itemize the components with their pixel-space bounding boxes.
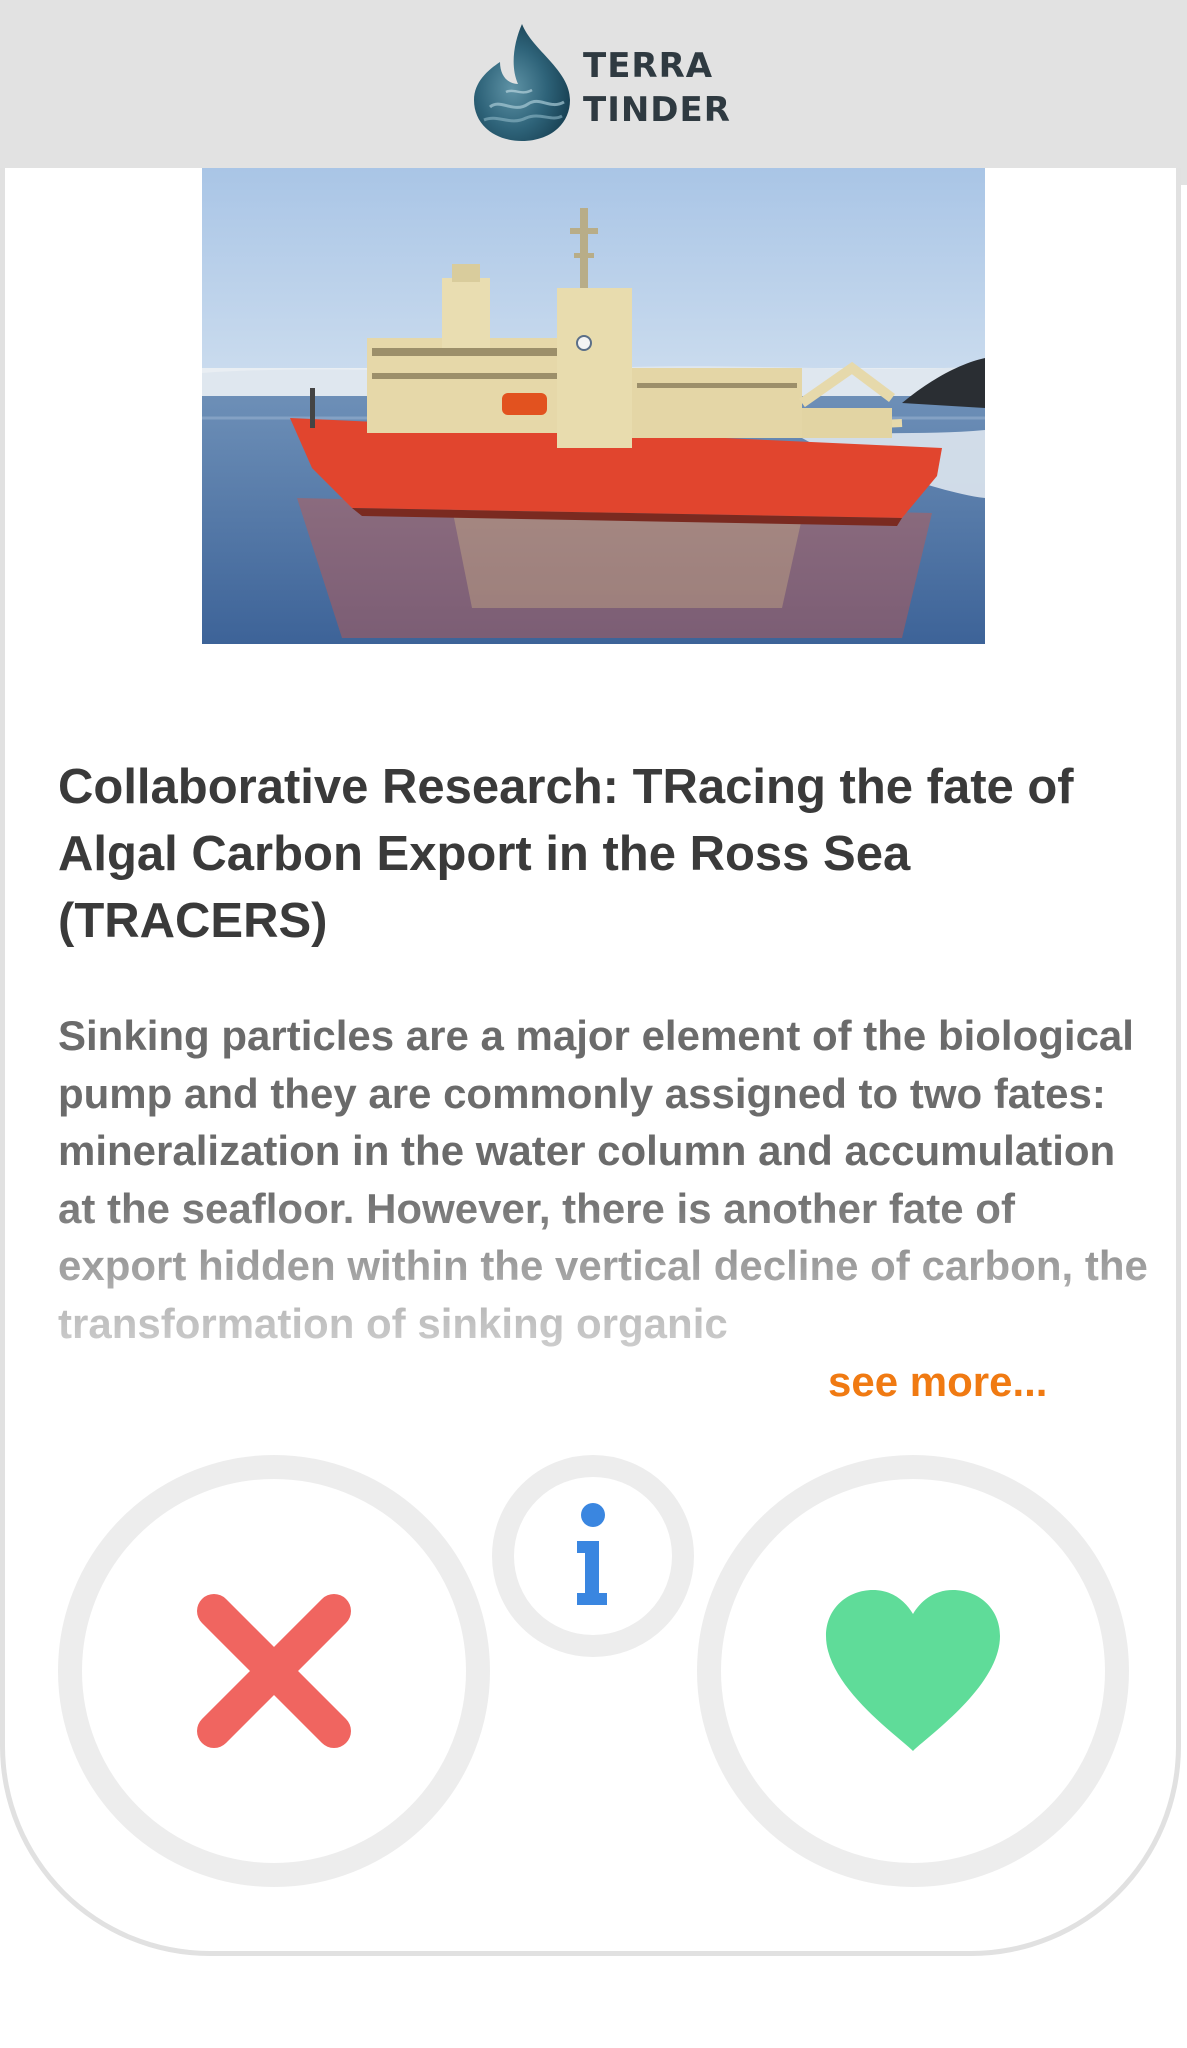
info-button[interactable] — [492, 1455, 694, 1657]
app-screen: TERRA TINDER Collaborative Research: TRa… — [0, 0, 1187, 2048]
heart-icon — [826, 1590, 1000, 1751]
app-wordmark: TERRA TINDER — [583, 44, 731, 132]
logo-line-1: TERRA — [583, 46, 714, 86]
app-logo: TERRA TINDER — [470, 22, 730, 152]
logo-line-2: TINDER — [583, 90, 731, 130]
project-description: Sinking particles are a major element of… — [58, 1012, 1148, 1347]
app-header: TERRA TINDER — [0, 0, 1187, 185]
info-icon — [577, 1503, 607, 1605]
reject-button[interactable] — [58, 1455, 490, 1887]
project-title: Collaborative Research: TRacing the fate… — [58, 760, 1074, 948]
see-more-link[interactable]: see more... — [818, 1353, 1048, 1410]
project-description-container: Sinking particles are a major element of… — [58, 1007, 1148, 1412]
like-button[interactable] — [697, 1455, 1129, 1887]
project-photo — [202, 168, 985, 644]
water-drop-logo-icon — [474, 24, 570, 141]
close-x-icon — [197, 1594, 351, 1748]
research-ship-photo-icon — [202, 168, 985, 644]
